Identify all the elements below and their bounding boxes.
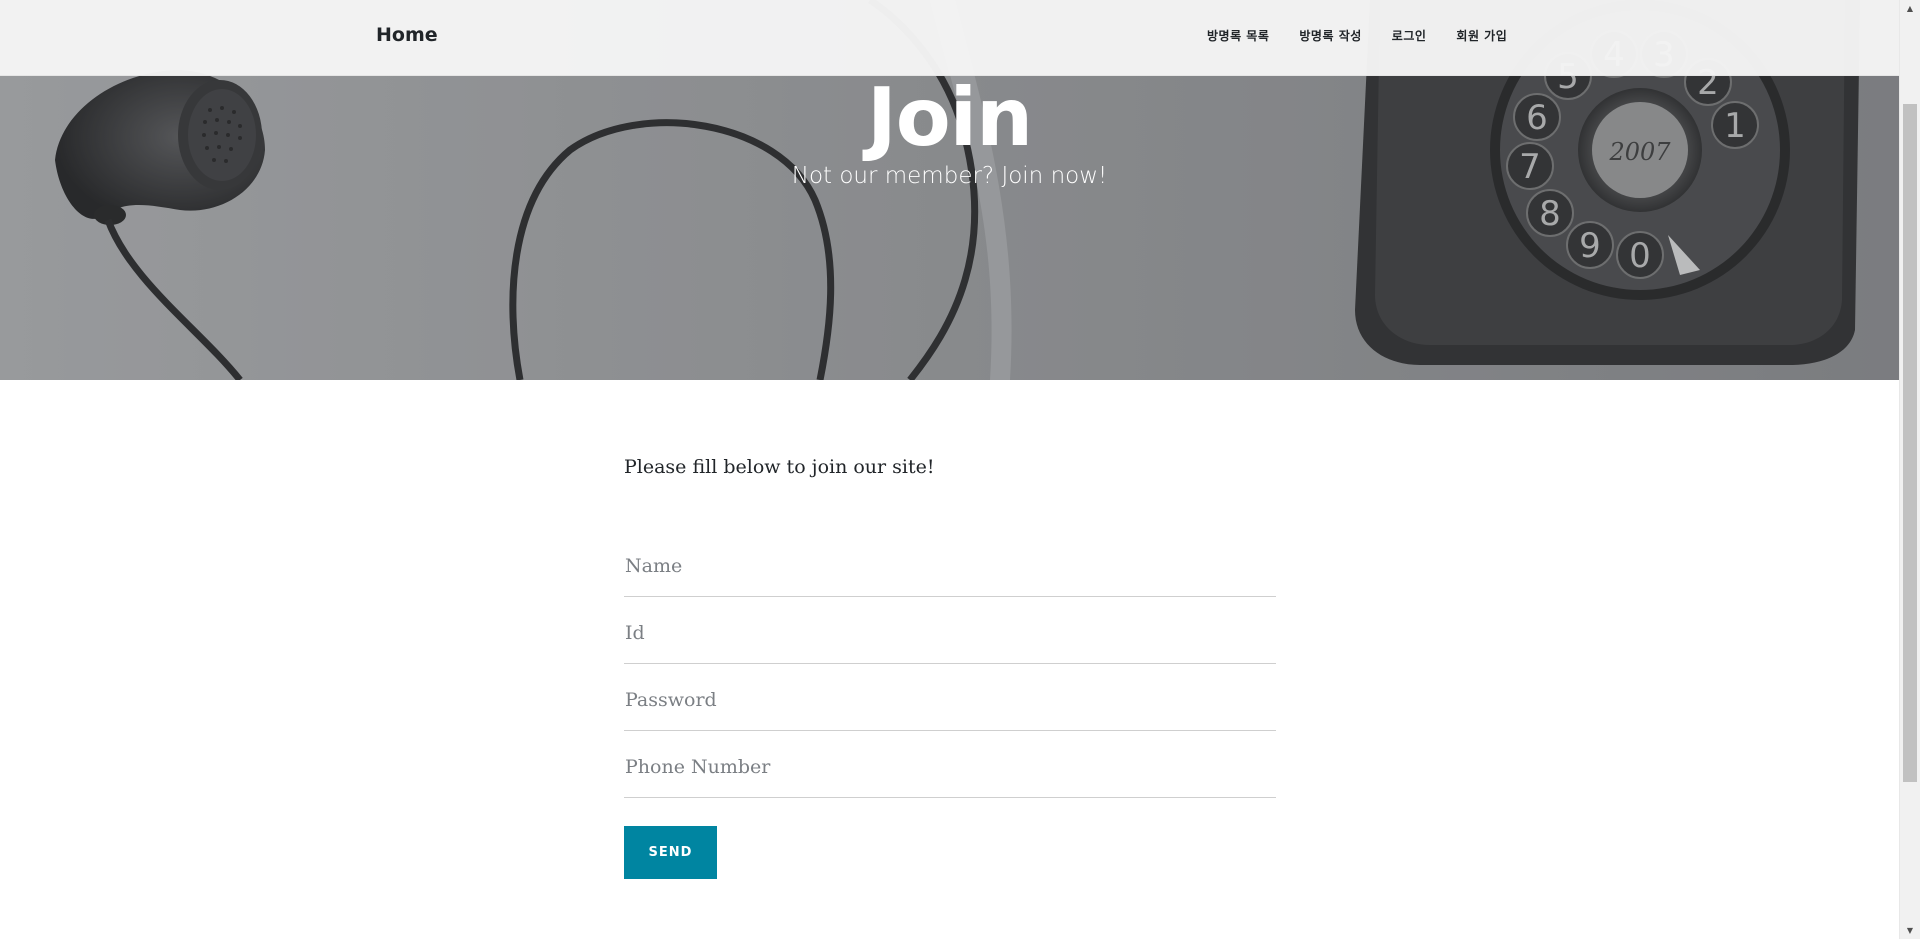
scroll-up-arrow-icon[interactable]: ▲ [1900, 0, 1920, 17]
phone-number-input[interactable] [624, 731, 1276, 797]
nav-link-guestbook-list[interactable]: 방명록 목록 [1192, 27, 1284, 44]
page-title: Join [866, 71, 1033, 164]
nav-link-login[interactable]: 로그인 [1377, 27, 1442, 44]
scrollbar-thumb[interactable] [1903, 104, 1917, 782]
send-button[interactable]: SEND [624, 826, 717, 879]
nav-links: 방명록 목록 방명록 작성 로그인 회원 가입 [1192, 27, 1522, 44]
page-subtitle: Not our member? Join now! [791, 163, 1108, 189]
join-form-section: Please fill below to join our site! SEND [624, 380, 1276, 879]
scroll-down-arrow-icon[interactable]: ▼ [1900, 922, 1920, 939]
join-form: SEND [624, 530, 1276, 879]
phone-field-group [624, 731, 1276, 798]
nav-link-guestbook-write[interactable]: 방명록 작성 [1284, 27, 1376, 44]
top-navbar: Home 방명록 목록 방명록 작성 로그인 회원 가입 [0, 0, 1899, 76]
vertical-scrollbar[interactable]: ▲ ▼ [1899, 0, 1920, 939]
name-input[interactable] [624, 530, 1276, 596]
password-input[interactable] [624, 664, 1276, 730]
name-field-group [624, 530, 1276, 597]
id-field-group [624, 597, 1276, 664]
page: 2007 1 2 3 4 5 6 7 8 [0, 0, 1899, 939]
password-field-group [624, 664, 1276, 731]
brand-home-link[interactable]: Home [376, 24, 438, 46]
nav-link-signup[interactable]: 회원 가입 [1441, 27, 1522, 44]
id-input[interactable] [624, 597, 1276, 663]
form-intro-text: Please fill below to join our site! [624, 456, 935, 478]
